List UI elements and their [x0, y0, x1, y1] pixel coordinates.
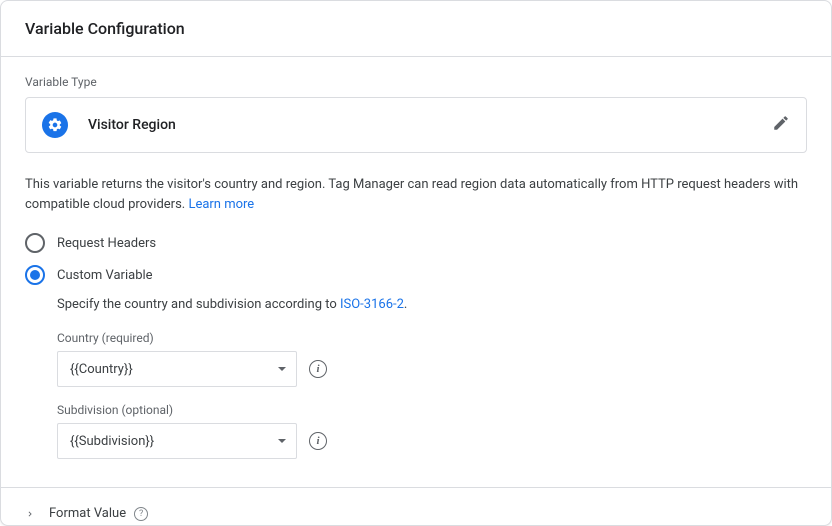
country-field-label: Country (required) — [57, 331, 807, 345]
variable-type-left: Visitor Region — [42, 112, 176, 138]
country-dropdown[interactable]: {{Country}} — [57, 351, 297, 387]
description-body: This variable returns the visitor's coun… — [25, 177, 798, 212]
source-radio-group: Request Headers Custom Variable Specify … — [25, 227, 807, 459]
radio-label-custom-variable: Custom Variable — [57, 268, 153, 283]
custom-variable-description: Specify the country and subdivision acco… — [57, 295, 807, 315]
subdivision-dropdown-value: {{Subdivision}} — [70, 434, 154, 449]
subdivision-field-row: {{Subdivision}} i — [57, 423, 807, 459]
chevron-right-icon — [25, 509, 35, 519]
country-dropdown-value: {{Country}} — [70, 362, 133, 377]
variable-type-label: Variable Type — [25, 75, 807, 89]
gear-icon — [42, 112, 68, 138]
country-field: Country (required) {{Country}} i — [57, 331, 807, 387]
info-icon[interactable]: i — [309, 360, 327, 378]
subdivision-dropdown[interactable]: {{Subdivision}} — [57, 423, 297, 459]
subdivision-field-label: Subdivision (optional) — [57, 403, 807, 417]
custom-variable-body: Specify the country and subdivision acco… — [57, 295, 807, 459]
radio-custom-variable[interactable]: Custom Variable — [25, 259, 807, 291]
radio-request-headers[interactable]: Request Headers — [25, 227, 807, 259]
radio-icon — [25, 233, 45, 253]
custom-desc-prefix: Specify the country and subdivision acco… — [57, 297, 340, 312]
variable-type-name: Visitor Region — [88, 117, 176, 133]
format-value-expander[interactable]: Format Value ? — [1, 487, 831, 521]
radio-dot-icon — [30, 270, 40, 280]
custom-desc-suffix: . — [404, 297, 407, 312]
chevron-down-icon — [278, 439, 286, 443]
main-section: Variable Type Visitor Region This variab… — [1, 57, 831, 459]
subdivision-field: Subdivision (optional) {{Subdivision}} i — [57, 403, 807, 459]
help-icon[interactable]: ? — [134, 507, 148, 521]
chevron-down-icon — [278, 367, 286, 371]
iso-link[interactable]: ISO-3166-2 — [340, 297, 404, 312]
radio-label-request-headers: Request Headers — [57, 236, 156, 251]
card-header: Variable Configuration — [1, 1, 831, 57]
description-text: This variable returns the visitor's coun… — [25, 175, 807, 215]
card-title: Variable Configuration — [25, 19, 807, 38]
variable-type-selector[interactable]: Visitor Region — [25, 97, 807, 153]
info-icon[interactable]: i — [309, 432, 327, 450]
pencil-icon[interactable] — [772, 114, 790, 136]
learn-more-link[interactable]: Learn more — [188, 197, 254, 212]
variable-configuration-card: Variable Configuration Variable Type Vis… — [0, 0, 832, 526]
country-field-row: {{Country}} i — [57, 351, 807, 387]
format-value-label: Format Value — [49, 506, 126, 521]
radio-icon — [25, 265, 45, 285]
